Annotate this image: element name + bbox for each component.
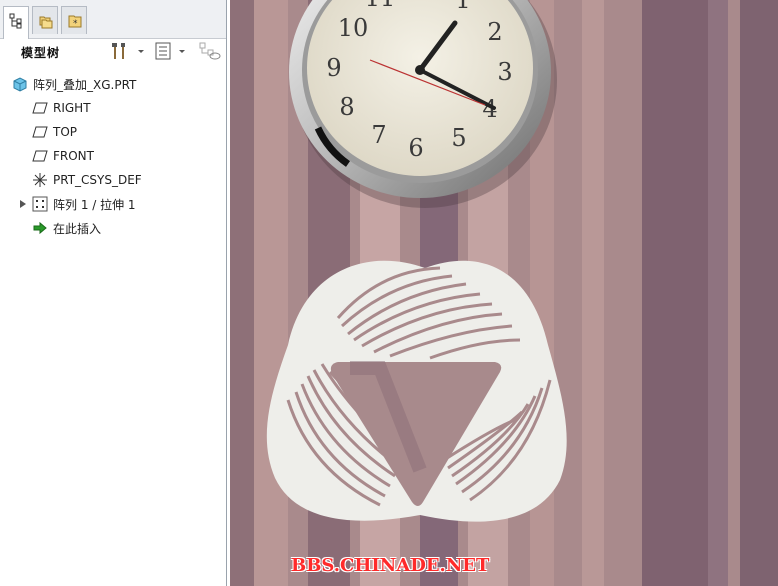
tree-item-label: 阵列_叠加_XG.PRT xyxy=(33,77,137,92)
tree-filter-button[interactable] xyxy=(198,40,222,62)
svg-text:*: * xyxy=(73,19,78,29)
svg-text:12: 12 xyxy=(405,0,436,4)
tree-item-insert-here[interactable]: 在此插入 xyxy=(32,217,101,239)
show-list-icon xyxy=(155,42,185,60)
tree-item-label: TOP xyxy=(53,125,78,139)
part-icon xyxy=(12,76,28,92)
insert-here-arrow-icon xyxy=(32,220,48,236)
datum-plane-icon xyxy=(32,124,48,140)
svg-text:2: 2 xyxy=(487,18,502,46)
hammer-settings-icon xyxy=(112,43,144,59)
folder-browser-tab-icon xyxy=(39,16,53,29)
svg-text:10: 10 xyxy=(338,14,369,42)
tree-item-top[interactable]: TOP xyxy=(32,121,77,143)
svg-text:1: 1 xyxy=(455,0,470,14)
svg-text:7: 7 xyxy=(371,121,386,149)
model-tree-panel: * 模型树 阵列_叠加_XG.PRT RIGHT TOP FRONT PRT_C… xyxy=(0,0,227,586)
expand-arrow-icon[interactable] xyxy=(18,199,28,209)
wall-stripe xyxy=(582,0,604,586)
model-tree-tab-icon xyxy=(9,13,22,29)
tree-show-button[interactable] xyxy=(154,40,190,62)
svg-text:8: 8 xyxy=(339,93,354,121)
watermark-text: BBS.CHINADE.NET xyxy=(291,555,490,576)
tab-model-tree[interactable] xyxy=(3,6,29,39)
tree-item-right[interactable]: RIGHT xyxy=(32,97,91,119)
tab-favorites[interactable]: * xyxy=(61,6,87,34)
favorites-tab-icon: * xyxy=(68,15,82,29)
navigator-tabs: * xyxy=(0,0,226,39)
tree-item-front[interactable]: FRONT xyxy=(32,145,94,167)
datum-plane-icon xyxy=(32,148,48,164)
wall-stripe xyxy=(230,0,254,586)
tree-item-part[interactable]: 阵列_叠加_XG.PRT xyxy=(12,73,136,95)
svg-text:6: 6 xyxy=(408,134,423,162)
tree-item-pattern[interactable]: 阵列 1 / 拉伸 1 xyxy=(32,193,136,215)
tree-item-label: PRT_CSYS_DEF xyxy=(53,173,142,187)
model-tree-title: 模型树 xyxy=(21,46,61,60)
svg-text:9: 9 xyxy=(326,54,341,82)
tree-item-label: RIGHT xyxy=(53,101,91,115)
datum-plane-icon xyxy=(32,100,48,116)
csys-icon xyxy=(32,172,48,188)
svg-text:11: 11 xyxy=(365,0,396,12)
viewport-scene: 11 12 1 2 3 4 5 6 7 8 9 10 xyxy=(230,0,778,586)
tree-item-label: 阵列 1 / 拉伸 1 xyxy=(53,197,136,212)
tree-settings-button[interactable] xyxy=(110,40,146,62)
wall-stripe xyxy=(708,0,728,586)
graphics-viewport[interactable]: 11 12 1 2 3 4 5 6 7 8 9 10 xyxy=(230,0,778,586)
wall-stripe xyxy=(642,0,708,586)
pattern-icon xyxy=(32,196,48,212)
svg-text:3: 3 xyxy=(497,58,512,86)
tab-folder-browser[interactable] xyxy=(32,6,58,34)
pattern-model xyxy=(266,260,567,522)
tree-item-label: 在此插入 xyxy=(53,221,102,236)
tree-filter-icon xyxy=(199,42,221,60)
svg-text:5: 5 xyxy=(451,124,466,152)
wall-stripe xyxy=(740,0,778,586)
tree-item-label: FRONT xyxy=(53,149,94,163)
tree-item-csys[interactable]: PRT_CSYS_DEF xyxy=(32,169,142,191)
wall-stripe xyxy=(254,0,288,586)
